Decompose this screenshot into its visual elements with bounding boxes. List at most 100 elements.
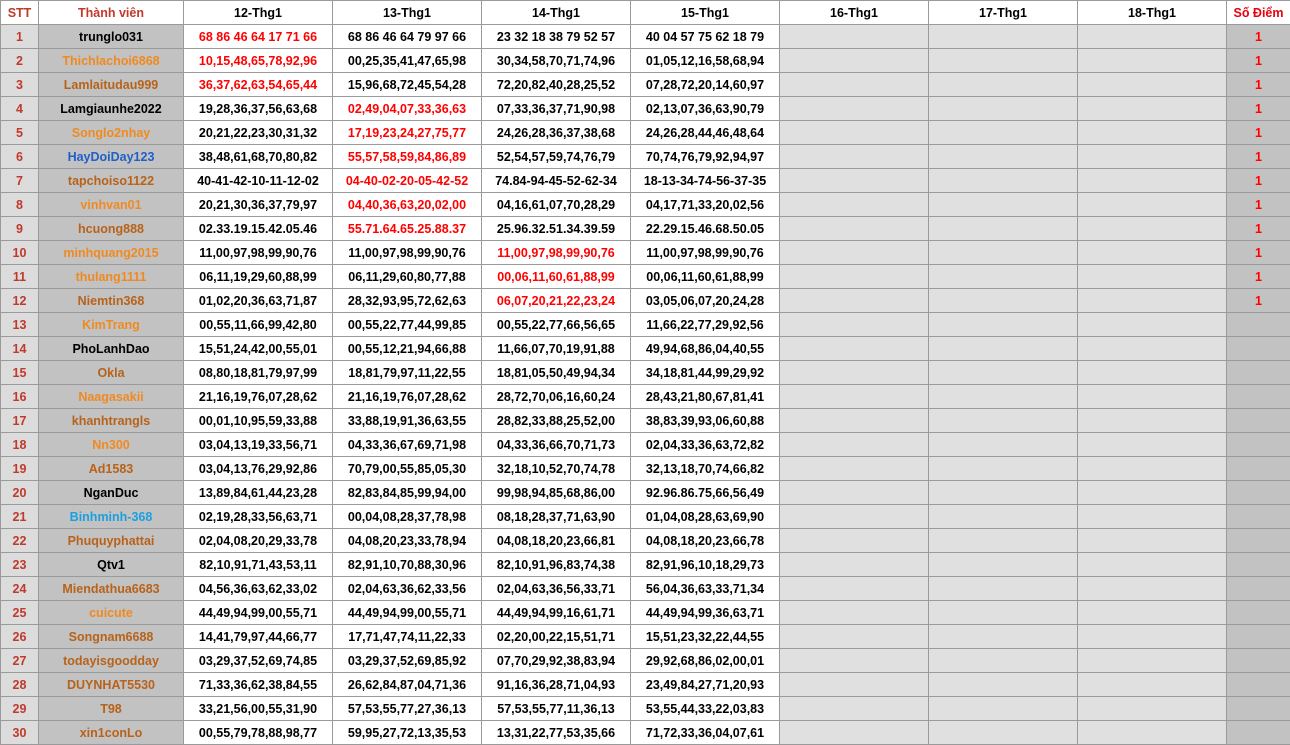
prediction-cell: 01,04,08,28,63,69,90 xyxy=(630,504,780,529)
prediction-cell: 29,92,68,86,02,00,01 xyxy=(630,648,780,673)
prediction-cell: 53,55,44,33,22,03,83 xyxy=(630,696,780,721)
score-cell: 1 xyxy=(1226,24,1290,49)
score-cell xyxy=(1226,480,1290,505)
empty-cell xyxy=(779,696,929,721)
empty-cell xyxy=(1077,120,1227,145)
empty-cell xyxy=(779,288,929,313)
score-cell: 1 xyxy=(1226,240,1290,265)
score-table: STT Thành viên 12-Thg1 13-Thg1 14-Thg1 1… xyxy=(0,0,1290,745)
table-row: 5 Songlo2nhay 20,21,22,23,30,31,32 17,19,23… xyxy=(0,120,1290,145)
empty-cell xyxy=(779,480,929,505)
row-number: 1 xyxy=(0,24,39,49)
prediction-cell: 11,00,97,98,99,90,76 xyxy=(183,240,333,265)
empty-cell xyxy=(779,312,929,337)
empty-cell xyxy=(1077,528,1227,553)
empty-cell xyxy=(928,336,1078,361)
member-name: minhquang2015 xyxy=(38,240,184,265)
empty-cell xyxy=(928,144,1078,169)
member-name: Binhminh-368 xyxy=(38,504,184,529)
prediction-cell: 40 04 57 75 62 18 79 xyxy=(630,24,780,49)
empty-cell xyxy=(779,336,929,361)
prediction-cell: 18,81,79,97,11,22,55 xyxy=(332,360,482,385)
prediction-cell: 49,94,68,86,04,40,55 xyxy=(630,336,780,361)
empty-cell xyxy=(779,648,929,673)
table-row: 16 Naagasakii 21,16,19,76,07,28,62 21,16,19… xyxy=(0,384,1290,409)
prediction-cell: 44,49,94,99,00,55,71 xyxy=(332,600,482,625)
empty-cell xyxy=(779,168,929,193)
prediction-cell: 56,04,36,63,33,71,34 xyxy=(630,576,780,601)
empty-cell xyxy=(779,72,929,97)
row-number: 9 xyxy=(0,216,39,241)
empty-cell xyxy=(928,576,1078,601)
prediction-cell: 33,21,56,00,55,31,90 xyxy=(183,696,333,721)
empty-cell xyxy=(779,528,929,553)
member-name: Nn300 xyxy=(38,432,184,457)
row-number: 28 xyxy=(0,672,39,697)
table-row: 23 Qtv1 82,10,91,71,43,53,11 82,91,10,70,88… xyxy=(0,552,1290,577)
member-name: Niemtin368 xyxy=(38,288,184,313)
prediction-cell: 20,21,22,23,30,31,32 xyxy=(183,120,333,145)
prediction-cell: 06,11,29,60,80,77,88 xyxy=(332,264,482,289)
prediction-cell: 82,10,91,96,83,74,38 xyxy=(481,552,631,577)
score-cell: 1 xyxy=(1226,144,1290,169)
empty-cell xyxy=(928,120,1078,145)
row-number: 23 xyxy=(0,552,39,577)
prediction-cell: 00,55,79,78,88,98,77 xyxy=(183,720,333,745)
table-row: 13 KimTrang 00,55,11,66,99,42,80 00,55,22,7… xyxy=(0,312,1290,337)
row-number: 3 xyxy=(0,72,39,97)
empty-cell xyxy=(1077,624,1227,649)
prediction-cell: 82,91,10,70,88,30,96 xyxy=(332,552,482,577)
row-number: 18 xyxy=(0,432,39,457)
score-cell xyxy=(1226,576,1290,601)
score-cell xyxy=(1226,336,1290,361)
member-name: Miendathua6683 xyxy=(38,576,184,601)
prediction-cell: 52,54,57,59,74,76,79 xyxy=(481,144,631,169)
empty-cell xyxy=(928,624,1078,649)
prediction-cell: 59,95,27,72,13,35,53 xyxy=(332,720,482,745)
header-day: 16-Thg1 xyxy=(779,0,929,25)
prediction-cell: 07,33,36,37,71,90,98 xyxy=(481,96,631,121)
row-number: 12 xyxy=(0,288,39,313)
score-cell xyxy=(1226,672,1290,697)
prediction-cell: 04,56,36,63,62,33,02 xyxy=(183,576,333,601)
header-day: 14-Thg1 xyxy=(481,0,631,25)
row-number: 21 xyxy=(0,504,39,529)
prediction-cell: 28,32,93,95,72,62,63 xyxy=(332,288,482,313)
table-row: 10 minhquang2015 11,00,97,98,99,90,76 11,00… xyxy=(0,240,1290,265)
table-row: 8 vinhvan01 20,21,30,36,37,79,97 04,40,36,6… xyxy=(0,192,1290,217)
header-row: STT Thành viên 12-Thg1 13-Thg1 14-Thg1 1… xyxy=(0,0,1290,25)
empty-cell xyxy=(928,96,1078,121)
prediction-cell: 28,72,70,06,16,60,24 xyxy=(481,384,631,409)
prediction-cell: 03,04,13,76,29,92,86 xyxy=(183,456,333,481)
prediction-cell: 07,70,29,92,38,83,94 xyxy=(481,648,631,673)
table-row: 4 Lamgiaunhe2022 19,28,36,37,56,63,68 02,49… xyxy=(0,96,1290,121)
empty-cell xyxy=(779,504,929,529)
empty-cell xyxy=(928,360,1078,385)
table-row: 17 khanhtrangls 00,01,10,95,59,33,88 33,88,… xyxy=(0,408,1290,433)
member-name: vinhvan01 xyxy=(38,192,184,217)
prediction-cell: 21,16,19,76,07,28,62 xyxy=(332,384,482,409)
score-cell xyxy=(1226,528,1290,553)
score-cell xyxy=(1226,624,1290,649)
row-number: 27 xyxy=(0,648,39,673)
empty-cell xyxy=(1077,696,1227,721)
prediction-cell: 03,04,13,19,33,56,71 xyxy=(183,432,333,457)
empty-cell xyxy=(779,600,929,625)
prediction-cell: 28,82,33,88,25,52,00 xyxy=(481,408,631,433)
prediction-cell: 19,28,36,37,56,63,68 xyxy=(183,96,333,121)
row-number: 20 xyxy=(0,480,39,505)
score-cell xyxy=(1226,456,1290,481)
table-row: 1 trunglo031 68 86 46 64 17 71 66 68 86 46 … xyxy=(0,24,1290,49)
prediction-cell: 68 86 46 64 17 71 66 xyxy=(183,24,333,49)
prediction-cell: 20,21,30,36,37,79,97 xyxy=(183,192,333,217)
prediction-cell: 00,25,35,41,47,65,98 xyxy=(332,48,482,73)
score-cell xyxy=(1226,648,1290,673)
empty-cell xyxy=(1077,360,1227,385)
member-name: Songlo2nhay xyxy=(38,120,184,145)
prediction-cell: 57,53,55,77,27,36,13 xyxy=(332,696,482,721)
table-row: 15 Okla 08,80,18,81,79,97,99 18,81,79,97,11… xyxy=(0,360,1290,385)
prediction-cell: 32,18,10,52,70,74,78 xyxy=(481,456,631,481)
table-row: 27 todayisgoodday 03,29,37,52,69,74,85 03,2… xyxy=(0,648,1290,673)
score-cell: 1 xyxy=(1226,72,1290,97)
prediction-cell: 04-40-02-20-05-42-52 xyxy=(332,168,482,193)
